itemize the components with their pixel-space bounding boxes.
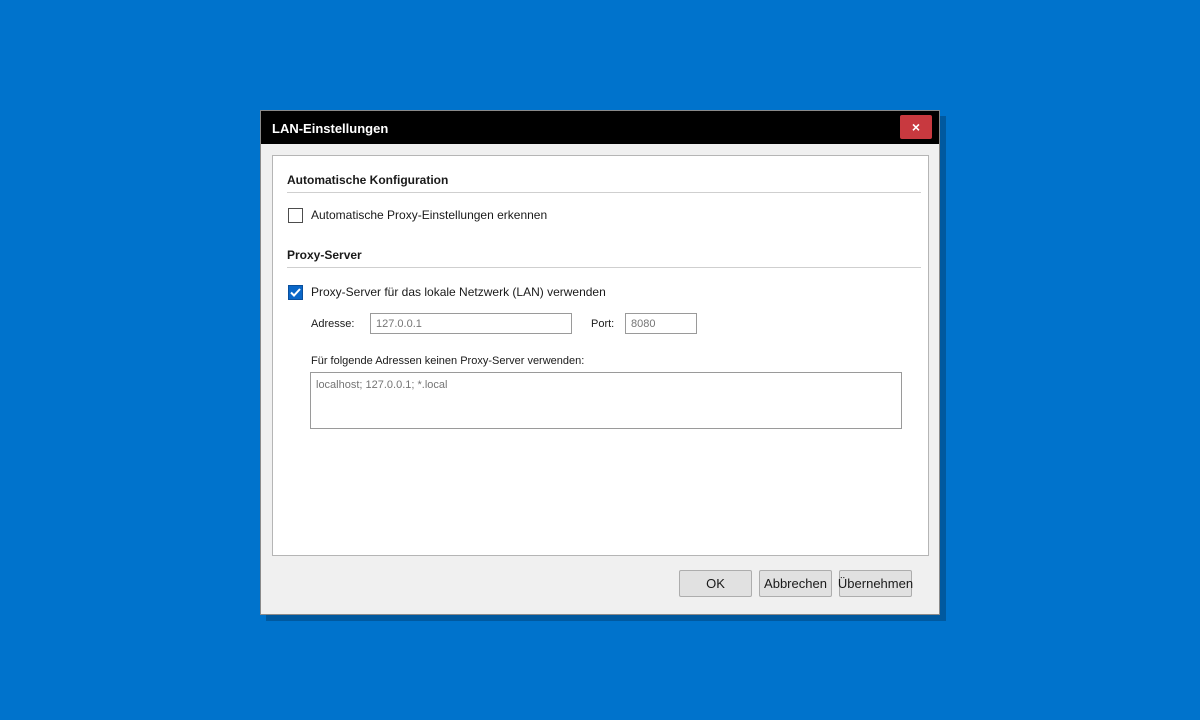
dialog-title: LAN-Einstellungen <box>272 121 389 136</box>
lan-settings-dialog: LAN-Einstellungen × Automatische Konfigu… <box>260 110 940 615</box>
checkmark-icon <box>290 287 301 297</box>
port-input[interactable] <box>625 313 697 334</box>
auto-config-section-header: Automatische Konfiguration <box>287 171 921 193</box>
auto-detect-label[interactable]: Automatische Proxy-Einstellungen erkenne… <box>311 208 547 222</box>
address-input[interactable] <box>370 313 572 334</box>
title-bar[interactable]: LAN-Einstellungen × <box>261 111 939 144</box>
use-proxy-row[interactable]: Proxy-Server für das lokale Netzwerk (LA… <box>288 284 606 300</box>
ok-button[interactable]: OK <box>679 570 752 597</box>
auto-detect-checkbox[interactable] <box>288 207 303 223</box>
auto-detect-row[interactable]: Automatische Proxy-Einstellungen erkenne… <box>288 207 547 223</box>
close-icon: × <box>911 119 921 135</box>
bypass-label: Für folgende Adressen keinen Proxy-Serve… <box>311 355 585 367</box>
close-button[interactable]: × <box>900 115 932 139</box>
port-label: Port: <box>591 318 615 330</box>
use-proxy-label[interactable]: Proxy-Server für das lokale Netzwerk (LA… <box>311 285 606 299</box>
cancel-button[interactable]: Abbrechen <box>759 570 832 597</box>
bypass-textarea[interactable] <box>310 372 902 429</box>
use-proxy-checkbox[interactable] <box>288 284 303 300</box>
address-label: Adresse: <box>311 318 355 330</box>
apply-button[interactable]: Übernehmen <box>838 570 913 597</box>
settings-panel: Automatische Konfiguration Automatische … <box>272 155 929 556</box>
auto-config-heading: Automatische Konfiguration <box>287 173 449 187</box>
proxy-section-header: Proxy-Server <box>287 246 921 268</box>
proxy-heading: Proxy-Server <box>287 248 362 262</box>
